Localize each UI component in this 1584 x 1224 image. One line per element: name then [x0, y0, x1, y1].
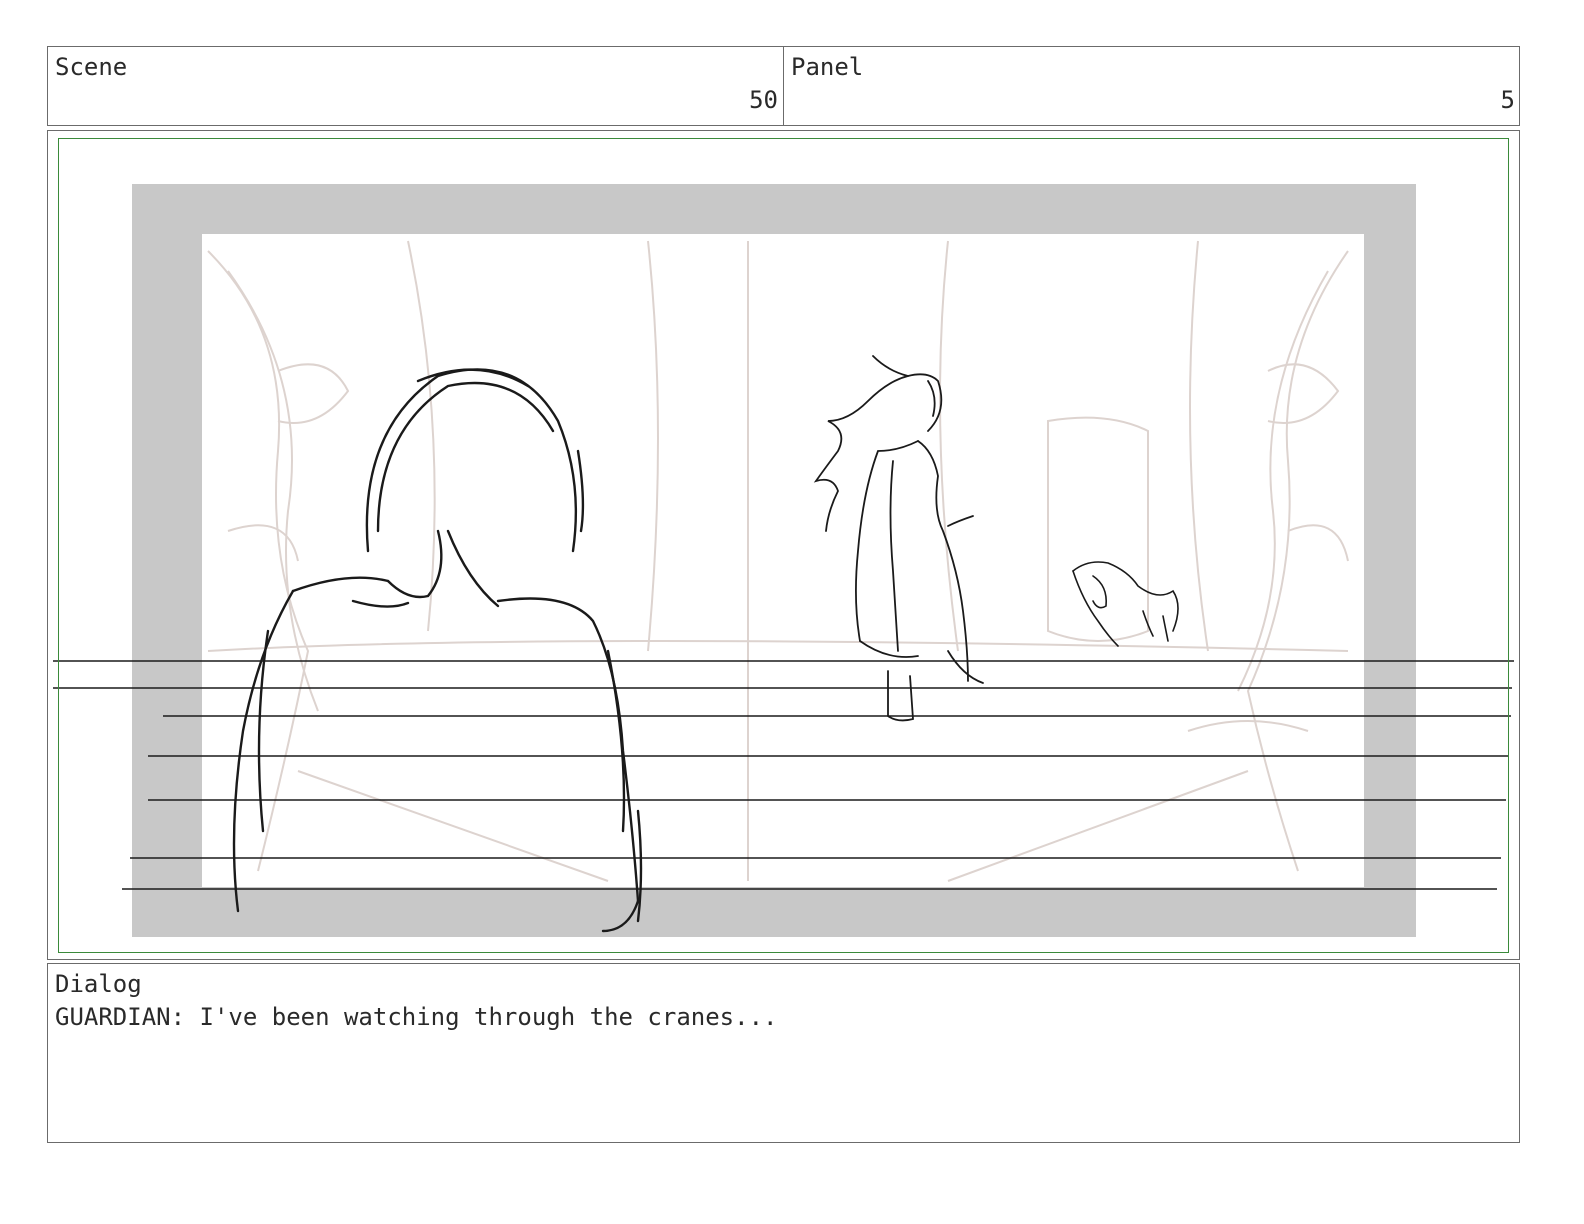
dialog-box: Dialog GUARDIAN: I've been watching thro…: [47, 963, 1520, 1143]
scene-number: 50: [749, 86, 778, 114]
header-divider: [783, 47, 784, 125]
scene-panel-header: Scene 50 Panel 5: [47, 46, 1520, 126]
storyboard-frame: [47, 130, 1520, 960]
scene-label: Scene: [55, 53, 128, 81]
panel-label: Panel: [791, 53, 864, 81]
safe-area-border: [58, 138, 1509, 953]
dialog-label: Dialog: [55, 970, 142, 998]
panel-number: 5: [1500, 86, 1515, 114]
dialog-text: GUARDIAN: I've been watching through the…: [55, 1003, 778, 1031]
